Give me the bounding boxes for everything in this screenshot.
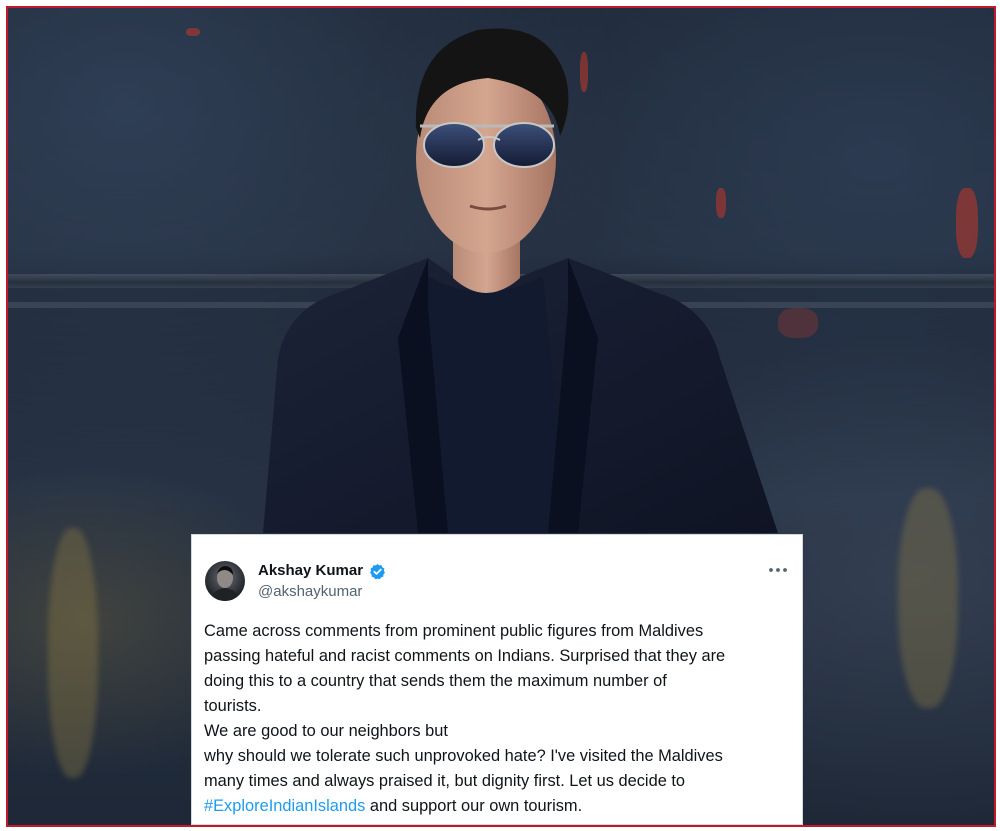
tweet-text-line: doing this to a country that sends them … — [204, 672, 667, 690]
more-options-icon[interactable] — [766, 562, 790, 578]
tweet-text-line: We are good to our neighbors but — [204, 722, 448, 740]
verified-badge-icon — [370, 564, 385, 580]
image-frame: Akshay Kumar @akshaykumar Came across co… — [6, 6, 996, 827]
tweet-card[interactable]: Akshay Kumar @akshaykumar Came across co… — [191, 534, 803, 825]
tweet-text-line: Came across comments from prominent publ… — [204, 622, 704, 640]
tweet-text-fragment: and support our own tourism. — [365, 797, 583, 815]
tweet-text-line: passing hateful and racist comments on I… — [204, 647, 726, 665]
tweet-text-line: tourists. — [204, 697, 262, 715]
avatar-portrait-icon — [211, 566, 239, 601]
tweet-text-line-last: #ExploreIndianIslands and support our ow… — [204, 794, 792, 819]
tweet-text-line: why should we tolerate such unprovoked h… — [204, 747, 723, 765]
author-handle[interactable]: @akshaykumar — [258, 583, 362, 600]
tweet-text-line: many times and always praised it, but di… — [204, 772, 686, 790]
author-display-name[interactable]: Akshay Kumar — [258, 562, 363, 579]
hashtag-link[interactable]: #ExploreIndianIslands — [204, 797, 365, 815]
avatar[interactable] — [205, 561, 245, 601]
tweet-text: Came across comments from prominent publ… — [204, 619, 792, 819]
